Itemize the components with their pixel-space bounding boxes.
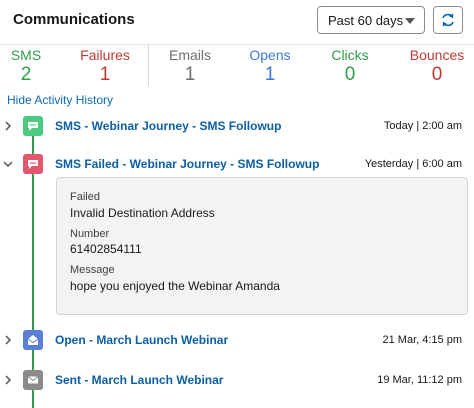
detail-status-value: Invalid Destination Address [70, 206, 215, 220]
stat-bounces: Bounces 0 [405, 47, 469, 86]
stat-value: 0 [344, 64, 356, 85]
period-select-value: Past 60 days [328, 12, 404, 28]
stat-emails: Emails 1 [163, 47, 217, 86]
detail-number-label: Number [70, 228, 110, 240]
stat-sms: SMS 2 [4, 47, 48, 86]
email-open-icon [23, 330, 43, 350]
caret-down-icon [405, 18, 415, 24]
detail-message-label: Message [70, 264, 115, 276]
stat-label: Failures [80, 47, 130, 63]
activity-title[interactable]: SMS Failed - Webinar Journey - SMS Follo… [55, 157, 319, 171]
detail-message-value: hope you enjoyed the Webinar Amanda [70, 279, 280, 293]
activity-item: Open - March Launch Webinar 21 Mar, 4:15… [0, 328, 474, 354]
stat-label: Bounces [409, 47, 465, 63]
detail-status-label: Failed [70, 191, 100, 203]
chevron-right-icon[interactable] [2, 120, 14, 132]
stat-label: Emails [168, 47, 211, 63]
hide-activity-history-link[interactable]: Hide Activity History [7, 93, 113, 107]
email-icon [23, 370, 43, 390]
sms-failed-icon [23, 154, 43, 174]
stat-opens: Opens 1 [244, 47, 296, 86]
activity-time: Today | 2:00 am [383, 120, 462, 132]
chevron-right-icon[interactable] [2, 334, 14, 346]
activity-time: Yesterday | 6:00 am [364, 158, 462, 170]
refresh-button[interactable] [433, 6, 463, 34]
chevron-down-icon[interactable] [2, 158, 14, 170]
stat-value: 1 [264, 64, 276, 85]
stat-label: Clicks [331, 47, 369, 63]
stat-label: SMS [10, 47, 42, 63]
chevron-right-icon[interactable] [2, 374, 14, 386]
detail-number-value: 61402854111 [70, 242, 142, 256]
stat-label: Opens [249, 47, 291, 63]
stat-value: 1 [99, 64, 111, 85]
activity-title[interactable]: SMS - Webinar Journey - SMS Followup [55, 119, 281, 133]
stat-value: 1 [184, 64, 196, 85]
stat-clicks: Clicks 0 [325, 47, 375, 86]
activity-item: Sent - March Launch Webinar 19 Mar, 11:1… [0, 368, 474, 394]
activity-detail-card: Failed Invalid Destination Address Numbe… [56, 177, 468, 315]
activity-time: 21 Mar, 4:15 pm [382, 334, 463, 346]
period-select[interactable]: Past 60 days [317, 6, 425, 34]
sms-icon [23, 116, 43, 136]
activity-time: 19 Mar, 11:12 pm [377, 374, 462, 386]
stat-failures: Failures 1 [76, 47, 134, 86]
activity-item: SMS Failed - Webinar Journey - SMS Follo… [0, 152, 474, 178]
refresh-icon [442, 13, 454, 27]
stat-value: 0 [431, 64, 443, 85]
page-title: Communications [13, 11, 135, 28]
stats-divider [148, 45, 149, 86]
stat-value: 2 [20, 64, 32, 85]
communications-header: Communications Past 60 days [0, 0, 474, 42]
stats-bar: SMS 2 Failures 1 Emails 1 Opens 1 Clicks… [0, 44, 474, 86]
activity-item: SMS - Webinar Journey - SMS Followup Tod… [0, 114, 474, 140]
activity-title[interactable]: Sent - March Launch Webinar [55, 373, 223, 387]
activity-title[interactable]: Open - March Launch Webinar [55, 333, 228, 347]
